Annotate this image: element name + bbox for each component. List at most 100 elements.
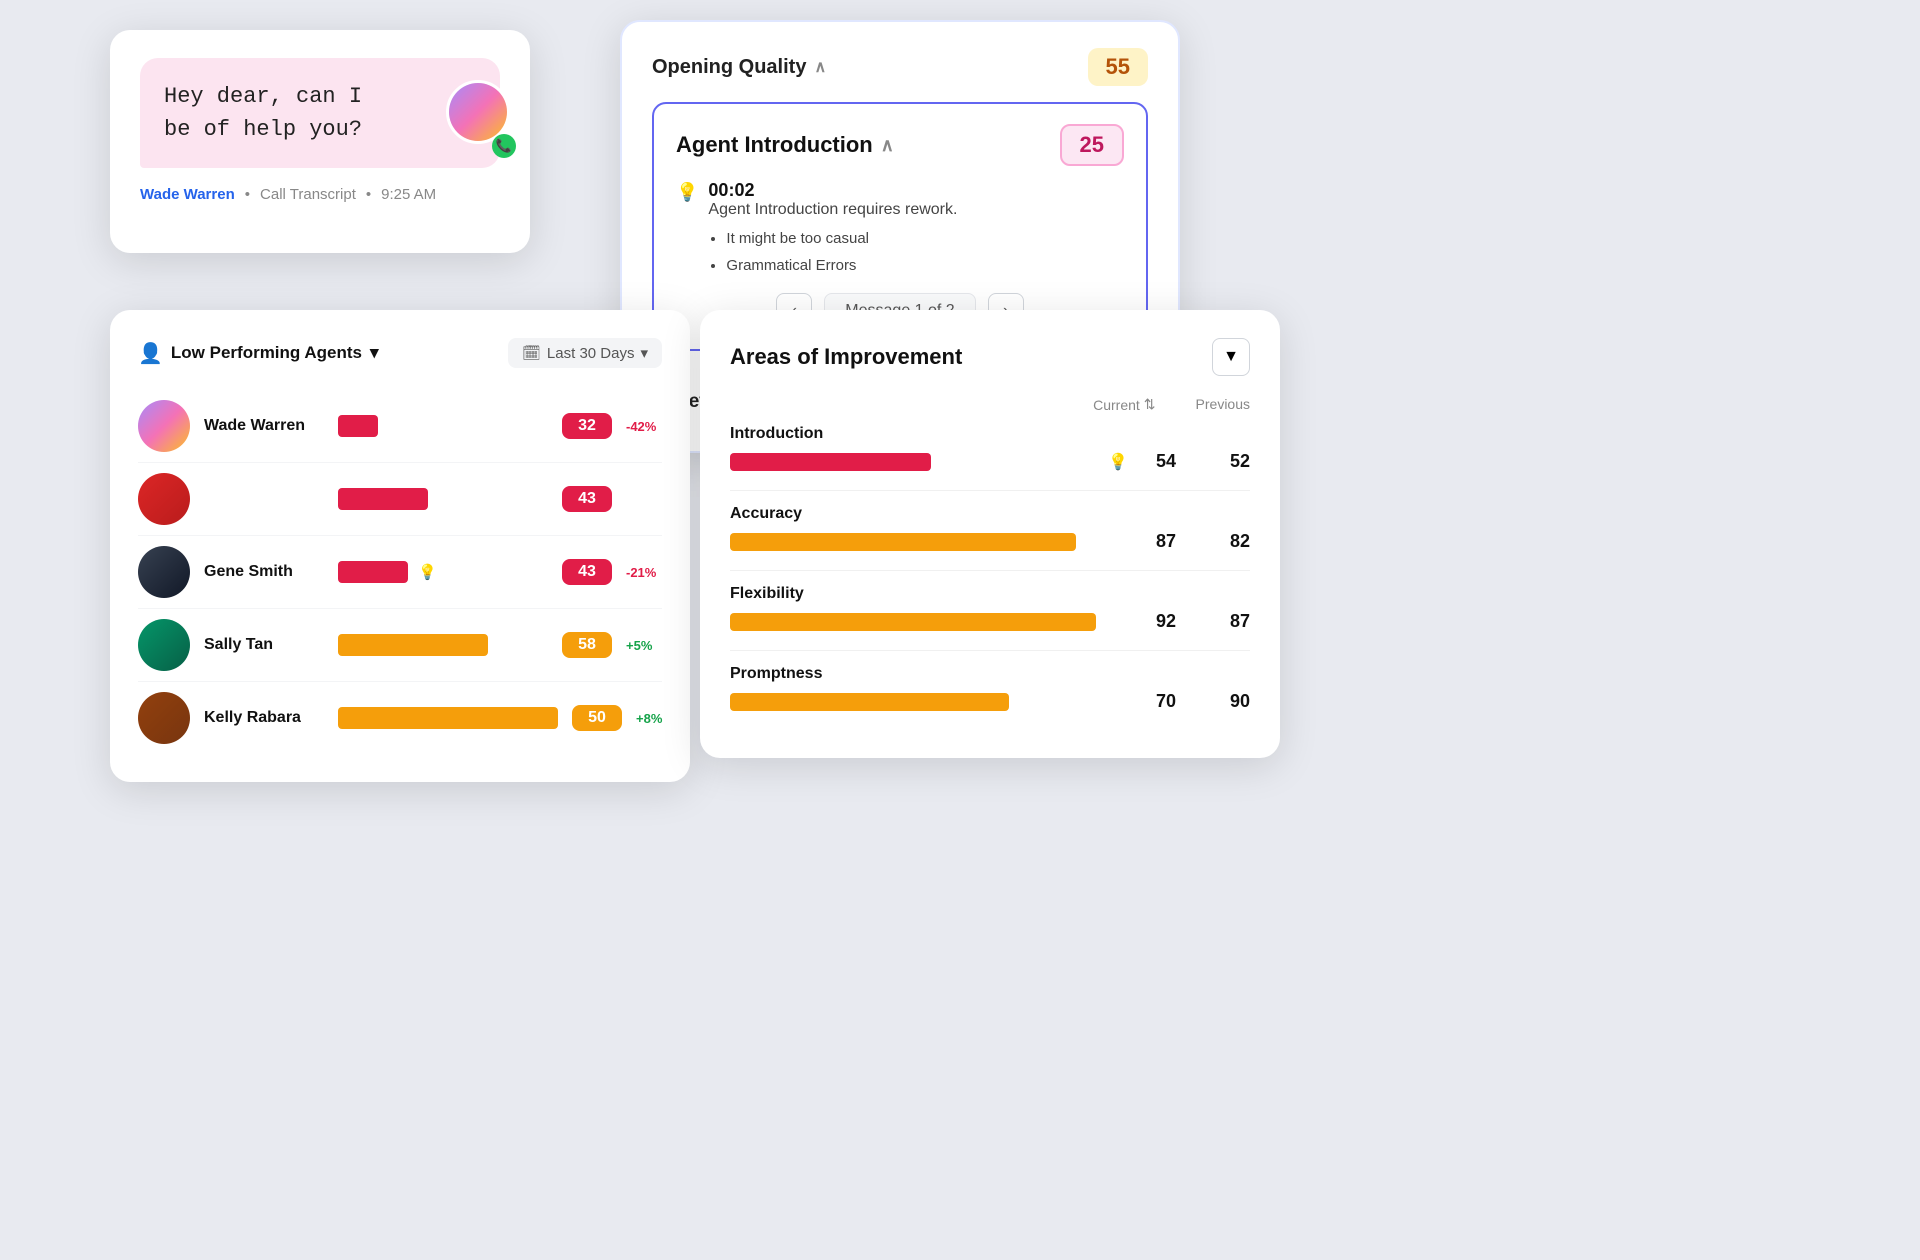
- change-badge: +5%: [626, 638, 662, 653]
- col-current-header: Current ⇅: [1093, 396, 1155, 413]
- improvement-card: Areas of Improvement ▼ Current ⇅ Previou…: [700, 310, 1280, 758]
- col-headers: Current ⇅ Previous: [730, 396, 1250, 413]
- sort-icon[interactable]: ⇅: [1144, 396, 1156, 413]
- calendar-icon: 🗓: [522, 344, 541, 362]
- metric-label: Flexibility: [730, 585, 1250, 603]
- rework-text: Agent Introduction requires rework.: [708, 201, 957, 219]
- current-score: 54: [1140, 451, 1176, 472]
- agent-row: 43: [138, 463, 662, 536]
- lightbulb-icon: 💡: [418, 563, 437, 581]
- metric-row: 92 87: [730, 611, 1250, 632]
- score-bar: [338, 415, 378, 437]
- filter-button[interactable]: ▼: [1212, 338, 1250, 376]
- rework-item: It might be too casual: [726, 225, 957, 252]
- agent-bar-container: [338, 634, 548, 656]
- opening-quality-header: Opening Quality ∧ 55: [652, 48, 1148, 86]
- agent-intro-score: 25: [1060, 124, 1124, 166]
- agent-row: Gene Smith 💡 43 -21%: [138, 536, 662, 609]
- timestamp-row: 💡 00:02 Agent Introduction requires rewo…: [676, 180, 1124, 279]
- date-filter[interactable]: 🗓 Last 30 Days ▾: [508, 338, 662, 368]
- chat-bubble-text: Hey dear, can I be of help you?: [164, 84, 362, 142]
- opening-quality-chevron-icon[interactable]: ∧: [814, 57, 826, 77]
- chat-card: Hey dear, can I be of help you? 📞 Wade W…: [110, 30, 530, 253]
- agent-name: Kelly Rabara: [204, 709, 324, 727]
- metric-bar: [730, 453, 931, 471]
- transcript-label: Call Transcript: [260, 186, 356, 203]
- metric-label: Accuracy: [730, 505, 1250, 523]
- agents-chevron-icon: ▾: [370, 343, 379, 363]
- agent-bar-container: [338, 488, 548, 510]
- metric-scores: 87 82: [1140, 531, 1250, 552]
- agent-score: 43: [562, 486, 612, 512]
- metric-bar: [730, 613, 1096, 631]
- agent-avatar: [138, 619, 190, 671]
- metric-scores: 70 90: [1140, 691, 1250, 712]
- score-bar: [338, 634, 488, 656]
- improvement-title: Areas of Improvement: [730, 344, 962, 370]
- agents-list: Wade Warren 32 -42% 43 Gene Smith 💡: [138, 390, 662, 754]
- agent-score: 58: [562, 632, 612, 658]
- agents-card: 👤 Low Performing Agents ▾ 🗓 Last 30 Days…: [110, 310, 690, 782]
- agent-intro-chevron-icon[interactable]: ∧: [881, 135, 894, 156]
- previous-score: 52: [1214, 451, 1250, 472]
- agent-row: Wade Warren 32 -42%: [138, 390, 662, 463]
- agent-name: Sally Tan: [204, 636, 324, 654]
- message-time: 9:25 AM: [381, 186, 436, 203]
- agent-name: Gene Smith: [204, 563, 324, 581]
- metric-bar-container: [730, 693, 1128, 711]
- agent-score: 43: [562, 559, 612, 585]
- metric-section: Flexibility 92 87: [730, 585, 1250, 632]
- agent-avatar: [138, 692, 190, 744]
- agent-name: Wade Warren: [204, 417, 324, 435]
- change-badge: -21%: [626, 565, 662, 580]
- agent-bar-container: 💡: [338, 561, 548, 583]
- change-badge: +8%: [636, 711, 672, 726]
- agent-name: Wade Warren: [140, 186, 235, 203]
- metric-bar-container: [730, 533, 1128, 551]
- metric-section: Introduction 💡 54 52: [730, 425, 1250, 472]
- agent-intro-header: Agent Introduction ∧ 25: [676, 124, 1124, 166]
- agent-bar-container: [338, 415, 548, 437]
- col-previous-header: Previous: [1196, 396, 1250, 413]
- timestamp: 00:02: [708, 180, 957, 201]
- previous-score: 82: [1214, 531, 1250, 552]
- score-bar: [338, 561, 408, 583]
- agent-avatar: [138, 546, 190, 598]
- metric-row: 💡 54 52: [730, 451, 1250, 472]
- agent-row: Sally Tan 58 +5%: [138, 609, 662, 682]
- agent-bar-container: [338, 707, 558, 729]
- metric-section: Accuracy 87 82: [730, 505, 1250, 552]
- metric-label: Promptness: [730, 665, 1250, 683]
- metric-row: 70 90: [730, 691, 1250, 712]
- metric-bar-container: [730, 453, 1096, 471]
- agents-title: Low Performing Agents: [171, 343, 362, 363]
- change-badge: -42%: [626, 419, 662, 434]
- phone-badge: 📞: [492, 134, 516, 158]
- agent-intro-title: Agent Introduction ∧: [676, 132, 894, 158]
- agent-row: Kelly Rabara 50 +8%: [138, 682, 662, 754]
- low-performing-agents-filter[interactable]: 👤 Low Performing Agents ▾: [138, 341, 379, 366]
- improvement-header: Areas of Improvement ▼: [730, 338, 1250, 376]
- previous-score: 87: [1214, 611, 1250, 632]
- metric-bar: [730, 533, 1076, 551]
- date-label: Last 30 Days: [547, 345, 635, 362]
- agent-avatar: [138, 473, 190, 525]
- agent-score: 32: [562, 413, 612, 439]
- metric-label: Introduction: [730, 425, 1250, 443]
- chat-meta: Wade Warren • Call Transcript • 9:25 AM: [140, 186, 500, 203]
- previous-score: 90: [1214, 691, 1250, 712]
- agent-score: 50: [572, 705, 622, 731]
- lightbulb-icon: 💡: [1108, 452, 1128, 472]
- lightbulb-icon: 💡: [676, 182, 698, 203]
- current-score: 70: [1140, 691, 1176, 712]
- score-bar: [338, 488, 428, 510]
- current-score: 87: [1140, 531, 1176, 552]
- current-score: 92: [1140, 611, 1176, 632]
- opening-quality-score: 55: [1088, 48, 1148, 86]
- rework-item: Grammatical Errors: [726, 252, 957, 279]
- metric-scores: 54 52: [1140, 451, 1250, 472]
- agents-header: 👤 Low Performing Agents ▾ 🗓 Last 30 Days…: [138, 338, 662, 368]
- metric-scores: 92 87: [1140, 611, 1250, 632]
- metric-bar: [730, 693, 1009, 711]
- date-chevron-icon: ▾: [640, 344, 648, 362]
